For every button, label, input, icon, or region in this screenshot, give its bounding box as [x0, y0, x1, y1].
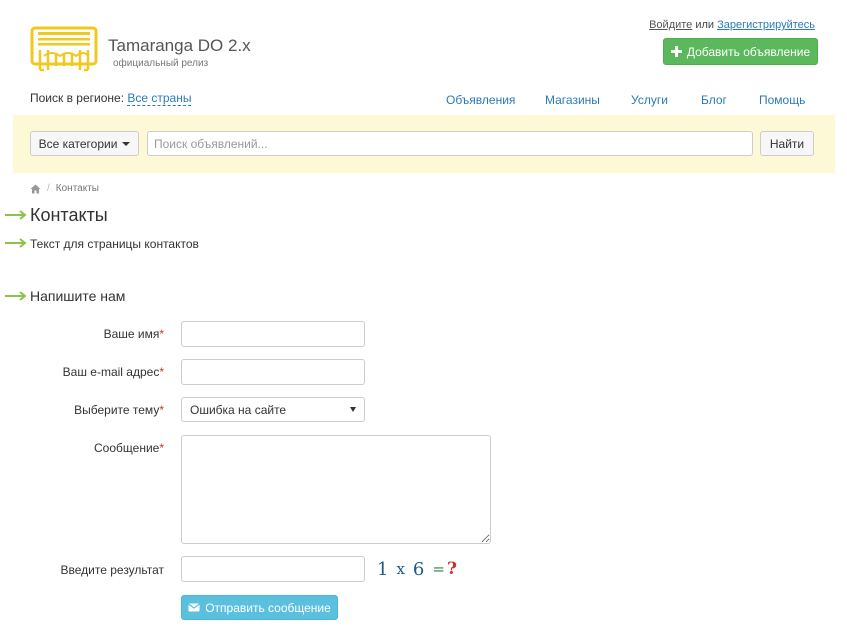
brand-title[interactable]: Tamaranga DO 2.x [108, 36, 251, 56]
nav-item-blog[interactable]: Блог [701, 93, 727, 107]
auth-links: Войдите или Зарегистрируйтесь [649, 19, 815, 31]
captcha-image: 1 x 6 = ? [377, 556, 457, 582]
arrow-right-icon [5, 210, 27, 220]
captcha-operator: x [396, 560, 405, 578]
captcha-operand-b: 6 [412, 558, 425, 580]
topic-value: Ошибка на сайте [190, 402, 287, 417]
login-link[interactable]: Войдите [649, 19, 692, 31]
name-field[interactable] [181, 321, 365, 347]
breadcrumb-current: Контакты [55, 183, 99, 194]
plus-icon [670, 46, 682, 57]
email-label: Ваш e-mail адрес* [62, 365, 164, 379]
chevron-down-icon [350, 407, 356, 412]
captcha-input[interactable] [181, 556, 365, 582]
captcha-label: Введите результат [60, 563, 165, 577]
home-icon[interactable] [30, 184, 41, 194]
categories-label: Все категории [38, 136, 118, 151]
message-textarea[interactable] [181, 435, 491, 544]
nav-item-help[interactable]: Помощь [759, 93, 805, 107]
region-selector: Поиск в регионе: Все страны [30, 91, 192, 106]
register-link[interactable]: Зарегистрируйтесь [717, 19, 815, 31]
send-message-label: Отправить сообщение [205, 600, 331, 615]
form-title: Напишите нам [30, 288, 126, 304]
message-label: Сообщение* [94, 441, 164, 455]
caret-down-icon [122, 141, 131, 146]
add-listing-button[interactable]: Добавить объявление [663, 38, 818, 65]
topic-select[interactable]: Ошибка на сайте [181, 397, 365, 422]
name-label: Ваше имя* [103, 327, 164, 341]
topic-label: Выберите тему* [74, 403, 164, 417]
captcha-question: ? [446, 559, 457, 579]
search-button[interactable]: Найти [760, 131, 814, 156]
logo-icon[interactable] [30, 26, 98, 72]
arrow-right-icon [5, 291, 27, 301]
auth-or-text: или [695, 19, 715, 31]
nav-item-shops[interactable]: Магазины [545, 93, 600, 107]
page-title: Контакты [30, 205, 108, 225]
nav-item-services[interactable]: Услуги [631, 93, 668, 107]
region-label: Поиск в регионе: [30, 91, 125, 105]
send-message-button[interactable]: Отправить сообщение [181, 595, 338, 620]
brand-subtitle: официальный релиз [113, 58, 209, 69]
mail-icon [188, 603, 201, 612]
search-input[interactable] [147, 131, 753, 156]
captcha-equals: = [432, 560, 445, 578]
breadcrumb: / Контакты [30, 183, 99, 194]
nav-item-listings[interactable]: Объявления [446, 93, 515, 107]
add-listing-label: Добавить объявление [686, 44, 811, 59]
region-link[interactable]: Все страны [127, 91, 192, 106]
email-field[interactable] [181, 359, 365, 385]
arrow-right-icon [5, 238, 27, 248]
captcha-operand-a: 1 [377, 558, 389, 580]
page-text: Текст для страницы контактов [30, 237, 199, 251]
breadcrumb-separator: / [47, 183, 50, 194]
categories-dropdown[interactable]: Все категории [30, 131, 139, 156]
